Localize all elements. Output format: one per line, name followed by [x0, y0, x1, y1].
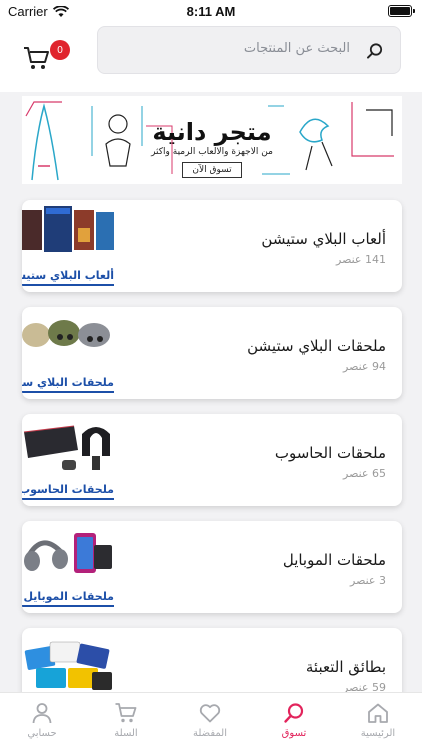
category-thumbnail: ألعاب البلاي ستيشن	[22, 206, 114, 290]
category-card-pc-accessories[interactable]: ملحقات الحاسوب ملحقات الحاسوب 65 عنصر	[22, 414, 402, 506]
search-icon	[284, 703, 304, 723]
search-placeholder: البحث عن المنتجات	[243, 41, 350, 56]
controllers-image	[22, 320, 110, 347]
thumbnail-caption: ملحقات الموبايل	[23, 590, 114, 603]
category-card-playstation-games[interactable]: ألعاب البلاي ستيشن ألعاب البلاي ستيشن 14…	[22, 200, 402, 292]
banner-subtitle: من الاجهزة والالعاب الرمية واكثر	[151, 147, 273, 157]
thumbnail-divider	[22, 498, 114, 500]
cart-count-badge: 0	[50, 40, 70, 60]
search-icon	[367, 43, 383, 59]
category-count: 3 عنصر	[350, 574, 386, 587]
gift-cards-image	[24, 641, 112, 690]
tab-cart[interactable]: السلة	[84, 701, 168, 745]
category-list[interactable]: متجر دانية من الاجهزة والالعاب الرمية وا…	[0, 92, 422, 692]
search-input[interactable]: البحث عن المنتجات	[97, 26, 401, 74]
category-thumbnail: ملحقات البلاي ستيشن	[22, 313, 114, 397]
tab-home[interactable]: الرئيسية	[336, 701, 420, 745]
app-screen: Carrier 8:11 AM 0 البحث عن المنتجات متجر…	[0, 0, 422, 750]
tab-label: السلة	[114, 728, 138, 739]
thumbnail-caption: ملحقات البلاي ستيشن	[22, 376, 114, 389]
tab-label: الرئيسية	[360, 728, 396, 739]
promo-banner[interactable]: متجر دانية من الاجهزة والالعاب الرمية وا…	[22, 96, 402, 184]
tab-bar: حسابي السلة المفضلة تسوق الرئيسية	[0, 692, 422, 750]
category-thumbnail	[22, 634, 114, 692]
battery-icon	[388, 5, 415, 17]
thumbnail-caption: ملحقات الحاسوب	[22, 483, 114, 496]
clock: 8:11 AM	[186, 4, 236, 19]
category-count: 141 عنصر	[336, 253, 386, 266]
thumbnail-divider	[22, 284, 114, 286]
headphones-phone-image	[24, 533, 112, 573]
thumbnail-divider	[22, 391, 114, 393]
category-count: 59 عنصر	[343, 681, 386, 692]
banner-title: متجر دانية	[152, 118, 272, 146]
keyboard-headset-image	[23, 425, 110, 470]
tab-label: حسابي	[27, 728, 57, 739]
tab-label: تسوق	[281, 728, 307, 739]
category-title: ملحقات البلاي ستيشن	[247, 337, 386, 355]
home-icon	[368, 703, 388, 723]
user-icon	[32, 703, 52, 724]
category-title: ملحقات الحاسوب	[274, 444, 386, 462]
cart-icon	[115, 703, 137, 723]
category-title: ملحقات الموبايل	[282, 551, 386, 569]
category-thumbnail: ملحقات الموبايل	[22, 527, 114, 611]
category-count: 65 عنصر	[343, 467, 386, 480]
status-bar: Carrier 8:11 AM	[0, 0, 422, 24]
tab-favorites[interactable]: المفضلة	[168, 701, 252, 745]
heart-icon	[199, 704, 221, 723]
category-count: 94 عنصر	[343, 360, 386, 373]
tab-shop[interactable]: تسوق	[252, 701, 336, 745]
game-covers-image	[22, 206, 114, 252]
category-card-recharge-cards[interactable]: بطائق التعبئة 59 عنصر	[22, 628, 402, 692]
category-thumbnail: ملحقات الحاسوب	[22, 420, 114, 504]
category-card-playstation-accessories[interactable]: ملحقات البلاي ستيشن ملحقات البلاي ستيشن …	[22, 307, 402, 399]
app-header: 0 البحث عن المنتجات	[0, 24, 422, 92]
cart-icon	[24, 47, 49, 69]
tab-label: المفضلة	[192, 728, 227, 739]
tab-account[interactable]: حسابي	[0, 701, 84, 745]
thumbnail-divider	[22, 605, 114, 607]
shop-now-button[interactable]: تسوق الآن	[182, 162, 242, 178]
category-title: ألعاب البلاي ستيشن	[261, 230, 386, 248]
category-title: بطائق التعبئة	[305, 658, 386, 676]
header-cart-button[interactable]: 0	[22, 36, 70, 72]
category-card-mobile-accessories[interactable]: ملحقات الموبايل ملحقات الموبايل 3 عنصر	[22, 521, 402, 613]
thumbnail-caption: ألعاب البلاي ستيشن	[22, 269, 114, 282]
